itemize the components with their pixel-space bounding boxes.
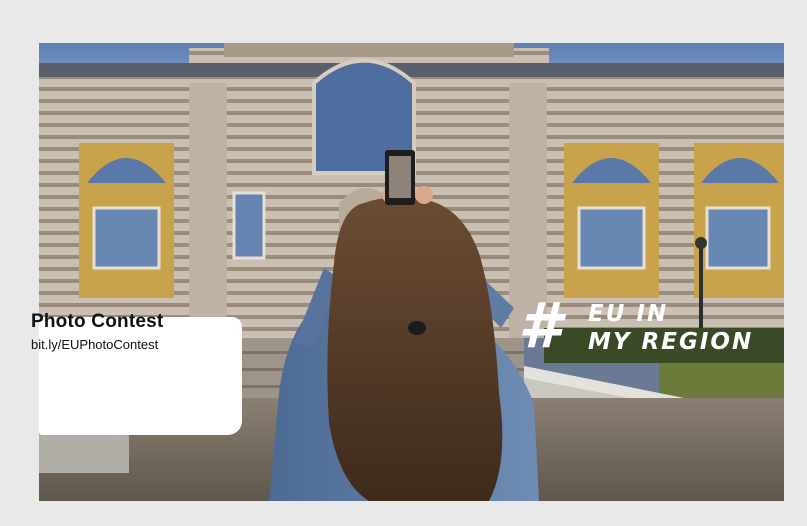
campaign-line-2: MY REGION (588, 329, 754, 355)
photo-frame (39, 43, 784, 501)
promo-title: Photo Contest (31, 311, 164, 332)
lamp-post (699, 248, 703, 333)
hashtag-icon: # (518, 289, 562, 362)
smartphone (385, 150, 415, 205)
promo-link[interactable]: bit.ly/EUPhotoContest (31, 337, 158, 352)
campaign-line-1: EU IN (588, 301, 669, 327)
promo-card (39, 317, 242, 435)
